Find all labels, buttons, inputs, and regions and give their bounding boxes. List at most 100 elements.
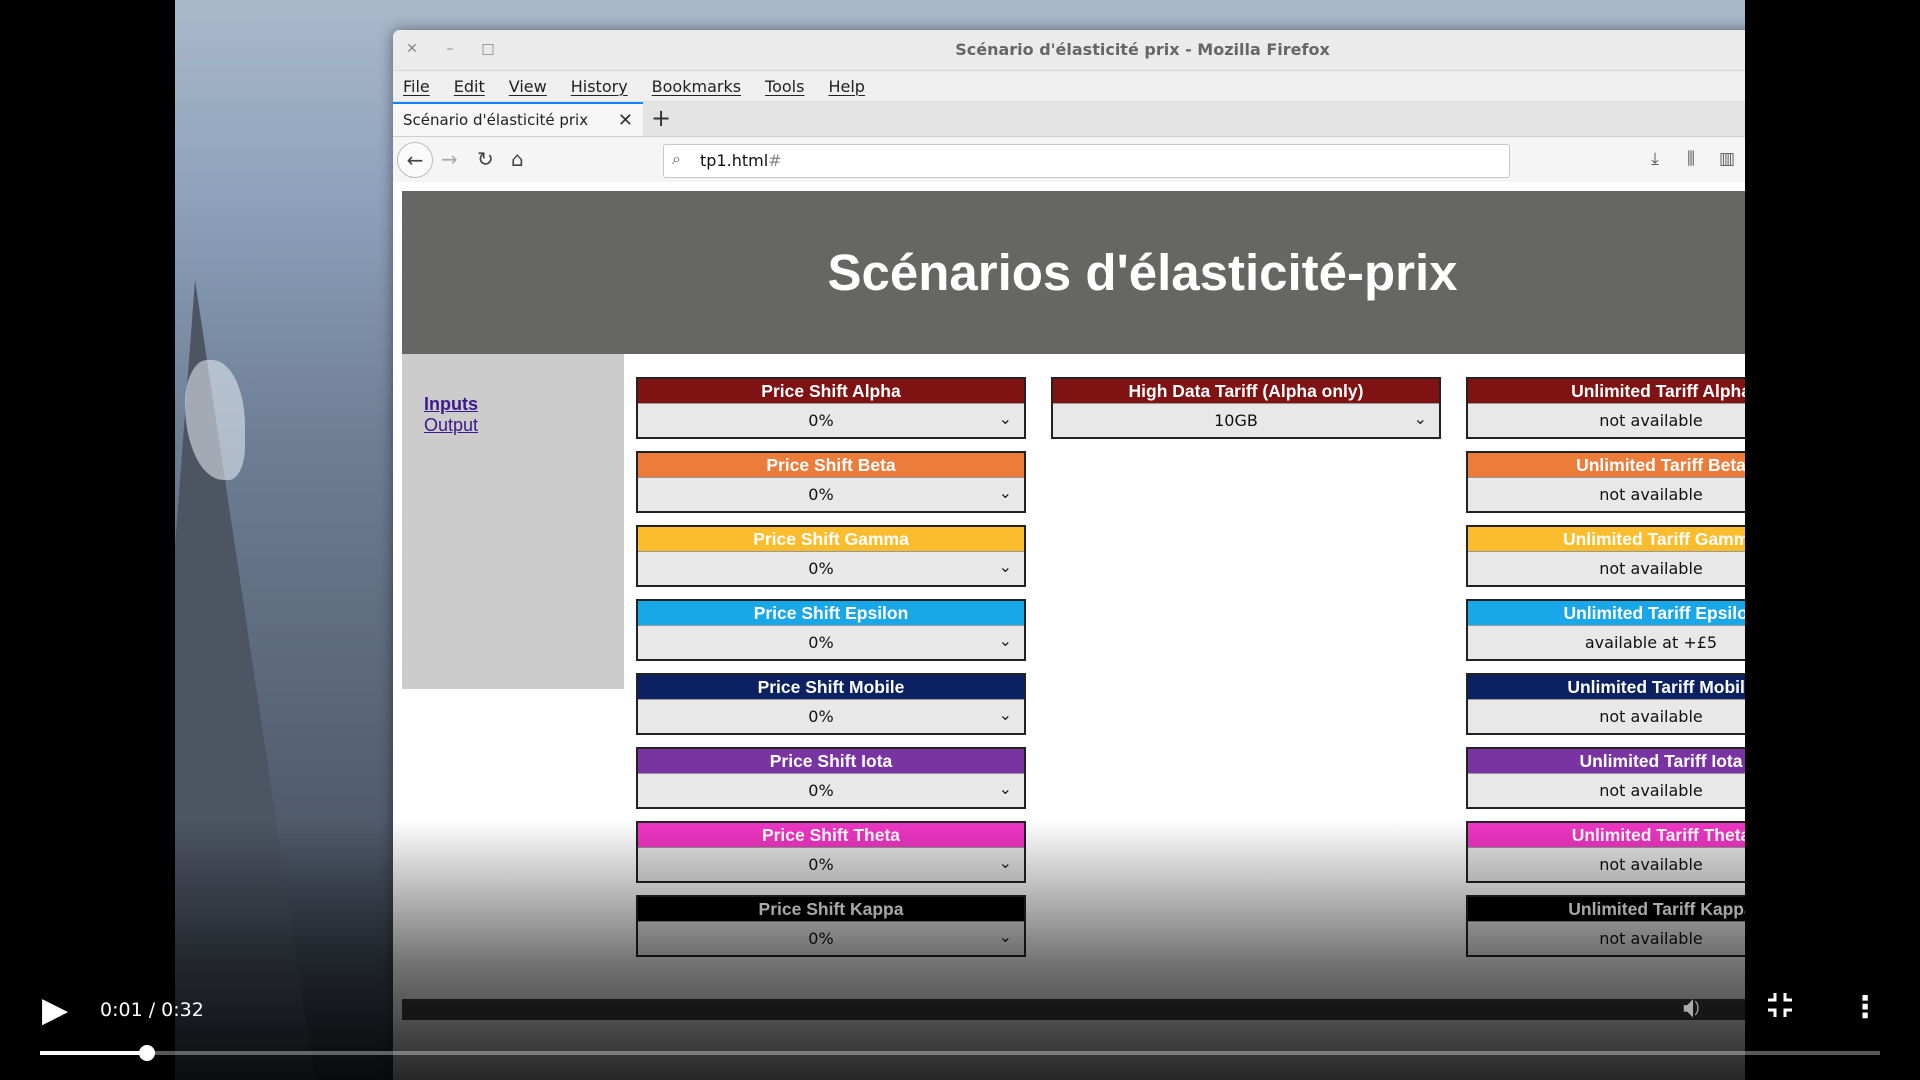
unlimited-tariff-epsilon-label: Unlimited Tariff Epsilon bbox=[1468, 601, 1745, 625]
unlimited-tariff-beta-select[interactable]: not available⌄ bbox=[1468, 477, 1745, 511]
price-shift-mobile-label: Price Shift Mobile bbox=[638, 675, 1024, 699]
volume-icon[interactable]: 🔉︎ bbox=[1683, 990, 1702, 1025]
select-value: 0% bbox=[808, 781, 834, 800]
select-value: 0% bbox=[808, 411, 834, 430]
unlimited-tariff-mobile-field: Unlimited Tariff Mobilenot available⌄ bbox=[1466, 673, 1745, 735]
unlimited-tariff-iota-label: Unlimited Tariff Iota bbox=[1468, 749, 1745, 773]
select-value: not available bbox=[1599, 485, 1703, 504]
home-icon[interactable]: ⌂ bbox=[511, 147, 524, 171]
new-tab-icon[interactable]: + bbox=[643, 102, 679, 136]
progress-fill bbox=[40, 1051, 147, 1055]
unlimited-tariff-iota-select[interactable]: not available⌄ bbox=[1468, 773, 1745, 807]
unlimited-tariff-gamma-field: Unlimited Tariff Gammanot available⌄ bbox=[1466, 525, 1745, 587]
unlimited-tariff-alpha-field: Unlimited Tariff Alphanot available⌄ bbox=[1466, 377, 1745, 439]
select-value: 0% bbox=[808, 559, 834, 578]
chevron-down-icon: ⌄ bbox=[998, 557, 1012, 576]
unlimited-tariff-gamma-label: Unlimited Tariff Gamma bbox=[1468, 527, 1745, 551]
tab-title: Scénario d'élasticité prix bbox=[403, 111, 589, 129]
url-hash: # bbox=[768, 151, 782, 170]
unlimited-tariff-epsilon-field: Unlimited Tariff Epsilon available at +£5… bbox=[1466, 599, 1745, 661]
select-value: 10GB bbox=[1214, 411, 1258, 430]
select-value: not available bbox=[1599, 707, 1703, 726]
progress-thumb[interactable] bbox=[138, 1045, 155, 1061]
back-arrow-icon[interactable]: ← bbox=[397, 142, 433, 178]
navigation-toolbar: ← → ↻ ⌂ ⌕ tp1.html# ⤓ ⫼ ▥ ◍ f ◉ ☰ bbox=[393, 137, 1745, 184]
price-shift-mobile-select[interactable]: 0% ⌄ bbox=[638, 699, 1024, 733]
chevron-down-icon: ⌄ bbox=[998, 409, 1012, 428]
select-value: 0% bbox=[808, 633, 834, 652]
menu-tools[interactable]: Tools bbox=[765, 77, 804, 96]
page-title: Scénarios d'élasticité-prix bbox=[827, 244, 1458, 301]
forward-arrow-icon[interactable]: → bbox=[441, 147, 458, 171]
high-data-tariff-alpha-only-select[interactable]: 10GB ⌄ bbox=[1053, 403, 1439, 437]
window-title: Scénario d'élasticité prix - Mozilla Fir… bbox=[955, 40, 1330, 59]
price-shift-epsilon-field: Price Shift Epsilon 0% ⌄ bbox=[636, 599, 1026, 661]
url-text[interactable]: tp1.html# bbox=[700, 151, 782, 170]
price-shift-beta-label: Price Shift Beta bbox=[638, 453, 1024, 477]
chevron-down-icon: ⌄ bbox=[998, 779, 1012, 798]
chevron-down-icon: ⌄ bbox=[998, 483, 1012, 502]
unlimited-tariff-alpha-select[interactable]: not available⌄ bbox=[1468, 403, 1745, 437]
inputs-link[interactable]: Inputs bbox=[424, 394, 478, 415]
select-value: 0% bbox=[808, 707, 834, 726]
high-data-tariff-alpha-only-label: High Data Tariff (Alpha only) bbox=[1053, 379, 1439, 403]
download-icon[interactable]: ⤓ bbox=[1644, 149, 1666, 169]
price-shift-beta-select[interactable]: 0% ⌄ bbox=[638, 477, 1024, 511]
url-bar[interactable]: ⌕ tp1.html# bbox=[663, 144, 1510, 178]
price-shift-epsilon-label: Price Shift Epsilon bbox=[638, 601, 1024, 625]
menu-file[interactable]: File bbox=[403, 77, 430, 96]
more-options-icon[interactable]: ⋮ bbox=[1850, 990, 1880, 1025]
controls-gradient bbox=[0, 820, 1920, 1080]
price-shift-iota-field: Price Shift Iota 0% ⌄ bbox=[636, 747, 1026, 809]
menu-help[interactable]: Help bbox=[828, 77, 864, 96]
play-icon[interactable]: ▶ bbox=[42, 990, 68, 1030]
window-titlebar: ✕ – □ Scénario d'élasticité prix - Mozil… bbox=[393, 30, 1745, 71]
chevron-down-icon: ⌄ bbox=[998, 631, 1012, 650]
price-shift-beta-field: Price Shift Beta 0% ⌄ bbox=[636, 451, 1026, 513]
tab-close-icon[interactable]: ✕ bbox=[618, 110, 633, 131]
reload-icon[interactable]: ↻ bbox=[477, 147, 494, 171]
tab-active[interactable]: Scénario d'élasticité prix ✕ bbox=[393, 102, 643, 136]
library-icon[interactable]: ⫼ bbox=[1680, 149, 1702, 169]
page-sidebar: Inputs Output bbox=[402, 354, 624, 689]
search-icon: ⌕ bbox=[672, 149, 681, 168]
price-shift-gamma-select[interactable]: 0% ⌄ bbox=[638, 551, 1024, 585]
price-shift-iota-label: Price Shift Iota bbox=[638, 749, 1024, 773]
price-shift-gamma-field: Price Shift Gamma 0% ⌄ bbox=[636, 525, 1026, 587]
price-shift-epsilon-select[interactable]: 0% ⌄ bbox=[638, 625, 1024, 659]
select-value: not available bbox=[1599, 411, 1703, 430]
menu-view[interactable]: View bbox=[509, 77, 547, 96]
unlimited-tariff-mobile-label: Unlimited Tariff Mobile bbox=[1468, 675, 1745, 699]
select-value: 0% bbox=[808, 485, 834, 504]
exit-fullscreen-icon[interactable] bbox=[1765, 990, 1795, 1020]
unlimited-tariff-beta-field: Unlimited Tariff Betanot available⌄ bbox=[1466, 451, 1745, 513]
page-header: Scénarios d'élasticité-prix bbox=[402, 191, 1745, 354]
unlimited-tariff-gamma-select[interactable]: not available⌄ bbox=[1468, 551, 1745, 585]
menu-edit[interactable]: Edit bbox=[454, 77, 485, 96]
unlimited-tariff-alpha-label: Unlimited Tariff Alpha bbox=[1468, 379, 1745, 403]
price-shift-alpha-select[interactable]: 0% ⌄ bbox=[638, 403, 1024, 437]
chevron-down-icon: ⌄ bbox=[998, 705, 1012, 724]
price-shift-gamma-label: Price Shift Gamma bbox=[638, 527, 1024, 551]
sidebar-toggle-icon[interactable]: ▥ bbox=[1716, 149, 1738, 169]
menu-bookmarks[interactable]: Bookmarks bbox=[652, 77, 741, 96]
output-link[interactable]: Output bbox=[424, 415, 478, 436]
time-display: 0:01 / 0:32 bbox=[100, 999, 204, 1021]
unlimited-tariff-beta-label: Unlimited Tariff Beta bbox=[1468, 453, 1745, 477]
menu-history[interactable]: History bbox=[571, 77, 628, 96]
price-shift-mobile-field: Price Shift Mobile 0% ⌄ bbox=[636, 673, 1026, 735]
unlimited-tariff-mobile-select[interactable]: not available⌄ bbox=[1468, 699, 1745, 733]
unlimited-tariff-epsilon-select[interactable]: available at +£5⌄ bbox=[1468, 625, 1745, 659]
high-data-tariff-alpha-only-field: High Data Tariff (Alpha only) 10GB ⌄ bbox=[1051, 377, 1441, 439]
url-main: tp1.html bbox=[700, 151, 769, 170]
select-value: not available bbox=[1599, 781, 1703, 800]
unlimited-tariff-iota-field: Unlimited Tariff Iotanot available⌄ bbox=[1466, 747, 1745, 809]
tab-bar: Scénario d'élasticité prix ✕ + bbox=[393, 102, 1745, 137]
chevron-down-icon: ⌄ bbox=[1413, 409, 1427, 428]
price-shift-iota-select[interactable]: 0% ⌄ bbox=[638, 773, 1024, 807]
progress-bar[interactable] bbox=[40, 1045, 1880, 1061]
price-shift-alpha-label: Price Shift Alpha bbox=[638, 379, 1024, 403]
price-shift-alpha-field: Price Shift Alpha 0% ⌄ bbox=[636, 377, 1026, 439]
select-value: available at +£5 bbox=[1584, 633, 1718, 652]
menu-bar: File Edit View History Bookmarks Tools H… bbox=[393, 71, 1745, 102]
